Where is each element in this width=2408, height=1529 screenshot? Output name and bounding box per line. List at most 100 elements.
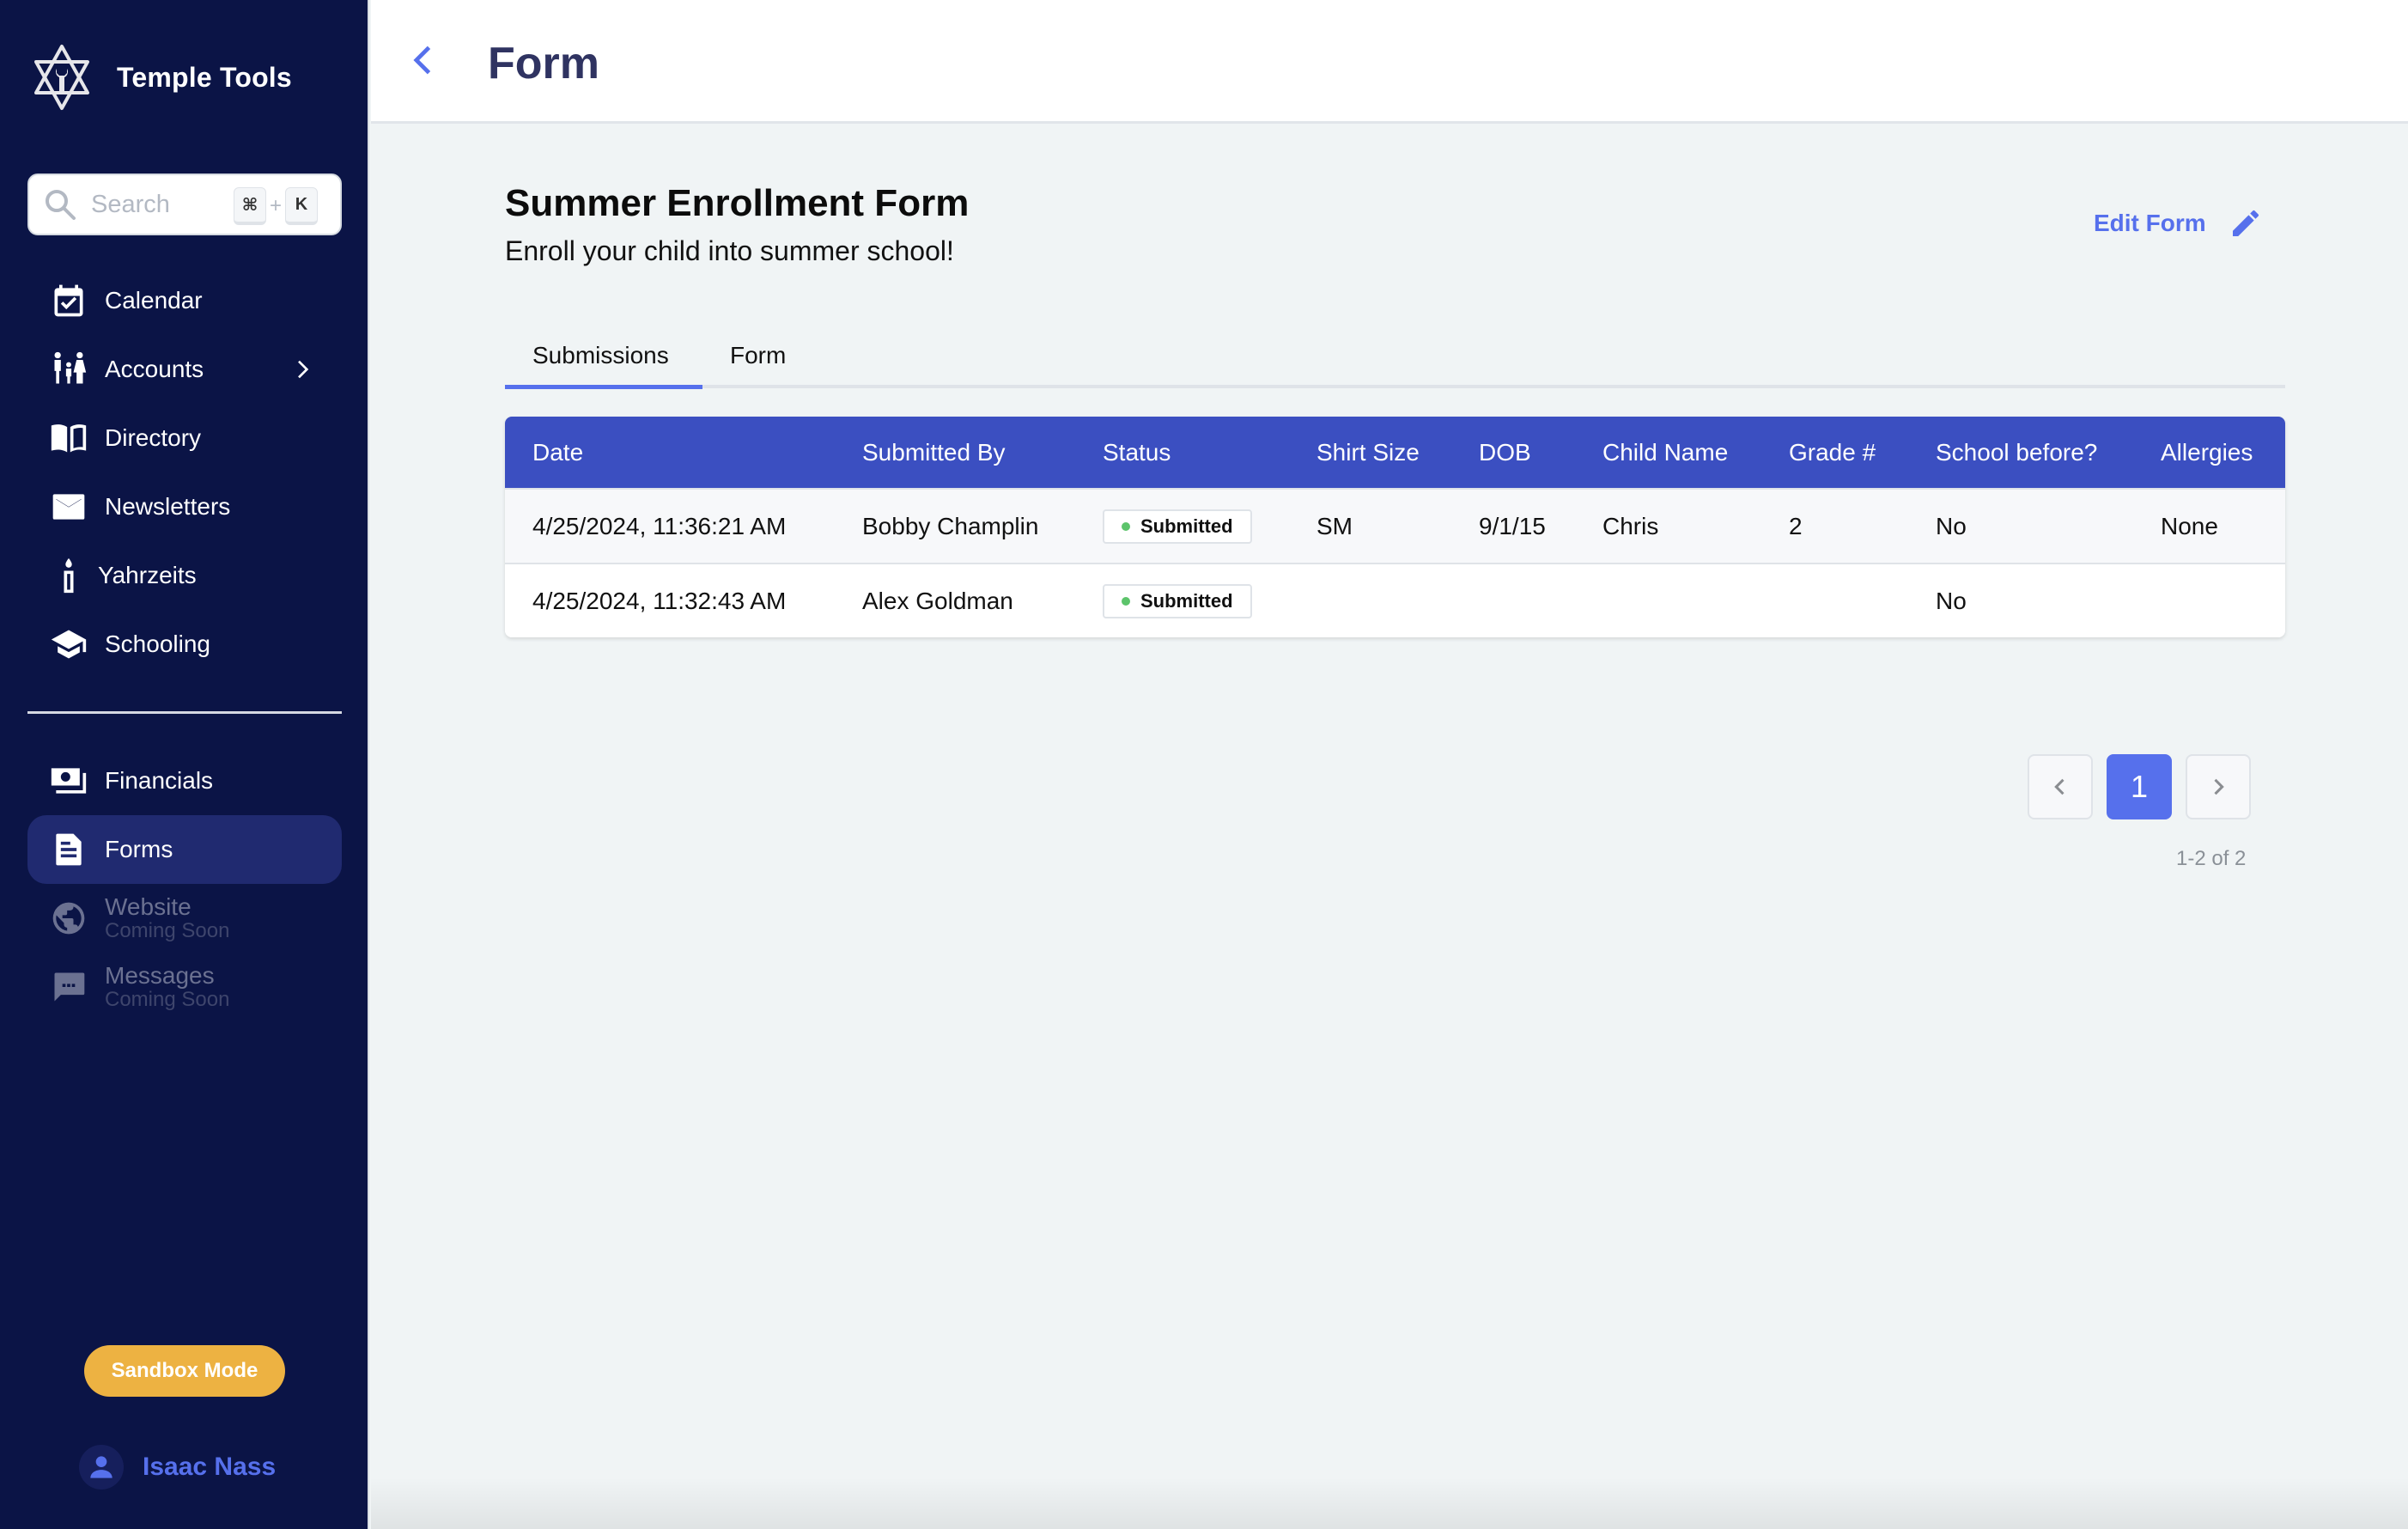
sidebar-item-website: Website Coming Soon <box>27 884 342 953</box>
sidebar-item-label: Schooling <box>105 630 210 657</box>
column-header-allergies[interactable]: Allergies <box>2161 439 2253 466</box>
sidebar-item-label: Financials <box>105 767 214 794</box>
calendar-check-icon <box>50 282 88 320</box>
chevron-right-icon <box>298 360 309 379</box>
table-row[interactable]: 4/25/2024, 11:32:43 AM Alex Goldman Subm… <box>505 563 2285 637</box>
sidebar-item-directory[interactable]: Directory <box>27 404 342 472</box>
status-text: Submitted <box>1140 589 1233 612</box>
tab-bar: Submissions Form <box>505 335 2285 389</box>
sidebar-item-calendar[interactable]: Calendar <box>27 266 342 335</box>
edit-form-label: Edit Form <box>2094 210 2206 236</box>
form-title: Summer Enrollment Form <box>505 182 970 224</box>
graduation-cap-icon <box>50 625 88 663</box>
user-icon <box>90 1456 112 1478</box>
sidebar-item-label: Website Coming Soon <box>105 895 229 941</box>
page-title: Form <box>488 39 599 88</box>
status-badge: Submitted <box>1103 509 1252 544</box>
cell-allergies: None <box>2161 512 2218 539</box>
envelope-icon <box>50 488 88 526</box>
status-badge: Submitted <box>1103 583 1252 618</box>
form-description: Enroll your child into summer school! <box>505 235 954 266</box>
sidebar-item-label: Directory <box>105 424 202 451</box>
table-row[interactable]: 4/25/2024, 11:36:21 AM Bobby Champlin Su… <box>505 488 2285 563</box>
money-icon <box>50 762 88 800</box>
column-header-school-before[interactable]: School before? <box>1936 439 2097 466</box>
shortcut-key-cmd: ⌘ <box>233 187 266 225</box>
search-icon <box>46 190 76 220</box>
back-chevron-icon[interactable] <box>405 41 443 79</box>
sidebar-item-label: Calendar <box>105 287 203 314</box>
cell-school-before: No <box>1936 512 1967 539</box>
sidebar-item-label: Accounts <box>105 356 204 382</box>
column-header-status[interactable]: Status <box>1103 439 1171 466</box>
status-dot-icon <box>1122 596 1130 606</box>
user-profile[interactable]: Isaac Nass <box>79 1445 276 1489</box>
brand[interactable]: Temple Tools <box>33 43 292 112</box>
submissions-table: Date Submitted By Status Shirt Size DOB … <box>505 417 2285 637</box>
status-text: Submitted <box>1140 515 1233 537</box>
next-page-button[interactable] <box>2186 754 2251 819</box>
sidebar-item-label: Forms <box>105 836 173 862</box>
sidebar-item-title: Messages <box>105 962 215 989</box>
sidebar-item-label: Messages Coming Soon <box>105 964 229 1010</box>
sidebar-item-financials[interactable]: Financials <box>27 746 342 815</box>
sidebar-item-schooling[interactable]: Schooling <box>27 610 342 679</box>
cell-school-before: No <box>1936 587 1967 614</box>
search-shortcut: ⌘ + K <box>233 187 318 225</box>
sidebar-item-forms[interactable]: Forms <box>27 815 342 884</box>
table-header: Date Submitted By Status Shirt Size DOB … <box>505 417 2285 488</box>
column-header-dob[interactable]: DOB <box>1479 439 1531 466</box>
sidebar-item-title: Website <box>105 893 192 920</box>
coming-soon-label: Coming Soon <box>105 988 230 1011</box>
candle-icon <box>50 557 88 594</box>
cell-date: 4/25/2024, 11:36:21 AM <box>532 512 787 539</box>
document-icon <box>50 831 88 868</box>
edit-form-button[interactable]: Edit Form <box>2094 206 2263 241</box>
app-name: Temple Tools <box>117 61 292 93</box>
status-dot-icon <box>1122 521 1130 531</box>
sidebar-divider <box>27 711 342 714</box>
column-header-submitted-by[interactable]: Submitted By <box>862 439 1006 466</box>
pagination: 1 <box>2028 754 2265 819</box>
book-open-icon <box>50 419 88 457</box>
page-button-current[interactable]: 1 <box>2107 754 2172 819</box>
chat-icon <box>50 968 88 1006</box>
sidebar-item-messages: Messages Coming Soon <box>27 953 342 1021</box>
pagination-summary: 1-2 of 2 <box>2176 847 2247 870</box>
prev-page-button[interactable] <box>2028 754 2093 819</box>
column-header-shirt-size[interactable]: Shirt Size <box>1316 439 1420 466</box>
cell-shirt-size: SM <box>1316 512 1353 539</box>
globe-icon <box>50 899 88 937</box>
sidebar-item-newsletters[interactable]: Newsletters <box>27 472 342 541</box>
tab-submissions[interactable]: Submissions <box>505 335 702 389</box>
page-header: Form <box>371 0 2408 124</box>
sidebar-item-yahrzeits[interactable]: Yahrzeits <box>27 541 342 610</box>
avatar <box>79 1445 124 1489</box>
shortcut-key-k: K <box>285 187 318 225</box>
cell-submitted-by: Alex Goldman <box>862 587 1013 614</box>
cell-grade: 2 <box>1789 512 1803 539</box>
sidebar-item-label: Yahrzeits <box>98 562 197 588</box>
tab-form[interactable]: Form <box>702 335 813 388</box>
column-header-grade[interactable]: Grade # <box>1789 439 1876 466</box>
sidebar-item-label: Newsletters <box>105 493 231 520</box>
family-icon <box>50 350 88 388</box>
pencil-icon <box>2232 210 2259 236</box>
coming-soon-label: Coming Soon <box>105 919 230 942</box>
sandbox-mode-button[interactable]: Sandbox Mode <box>84 1345 285 1397</box>
search-input[interactable] <box>91 190 220 219</box>
star-of-david-wrench-icon <box>34 45 89 110</box>
bottom-shadow <box>371 1477 2408 1529</box>
cell-dob: 9/1/15 <box>1479 512 1546 539</box>
sidebar-nav: Calendar Accounts Directory Newsletters <box>27 266 342 1021</box>
cell-date: 4/25/2024, 11:32:43 AM <box>532 587 787 614</box>
sidebar-item-accounts[interactable]: Accounts <box>27 335 342 404</box>
cell-submitted-by: Bobby Champlin <box>862 512 1039 539</box>
sidebar: Temple Tools ⌘ + K Calendar Accounts <box>0 0 369 1529</box>
column-header-date[interactable]: Date <box>532 439 583 466</box>
user-name: Isaac Nass <box>143 1453 277 1481</box>
column-header-child-name[interactable]: Child Name <box>1602 439 1728 466</box>
cell-child-name: Chris <box>1602 512 1659 539</box>
chevron-left-icon <box>2054 778 2064 795</box>
search-box[interactable]: ⌘ + K <box>27 174 342 235</box>
